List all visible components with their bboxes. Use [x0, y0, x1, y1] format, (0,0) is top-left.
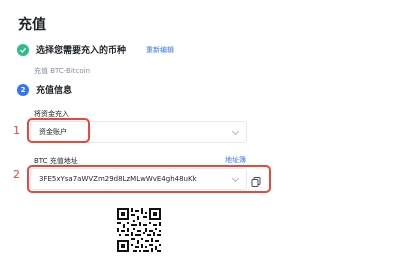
address-book-link[interactable]: 地址簿 [225, 155, 246, 165]
step-select-coin: 选择您需要充入的币种 重新编辑 [17, 43, 174, 56]
selected-coin: 充值 BTC-Bitcoin [34, 67, 91, 75]
highlight-box-2 [27, 165, 271, 193]
step-deposit-info: 2 充值信息 [17, 83, 72, 96]
highlight-box-1 [27, 118, 90, 143]
qr-code [115, 206, 163, 254]
page-title: 充值 [18, 17, 46, 33]
step2-title: 充值信息 [36, 86, 73, 96]
check-icon [17, 43, 29, 56]
re-edit-link[interactable]: 重新编辑 [146, 45, 174, 55]
annotation-number-2: 2 [13, 168, 20, 181]
step-number-badge: 2 [17, 83, 29, 96]
chevron-down-icon [231, 127, 240, 136]
annotation-number-1: 1 [13, 124, 20, 137]
step1-title: 选择您需要充入的币种 [36, 46, 127, 56]
